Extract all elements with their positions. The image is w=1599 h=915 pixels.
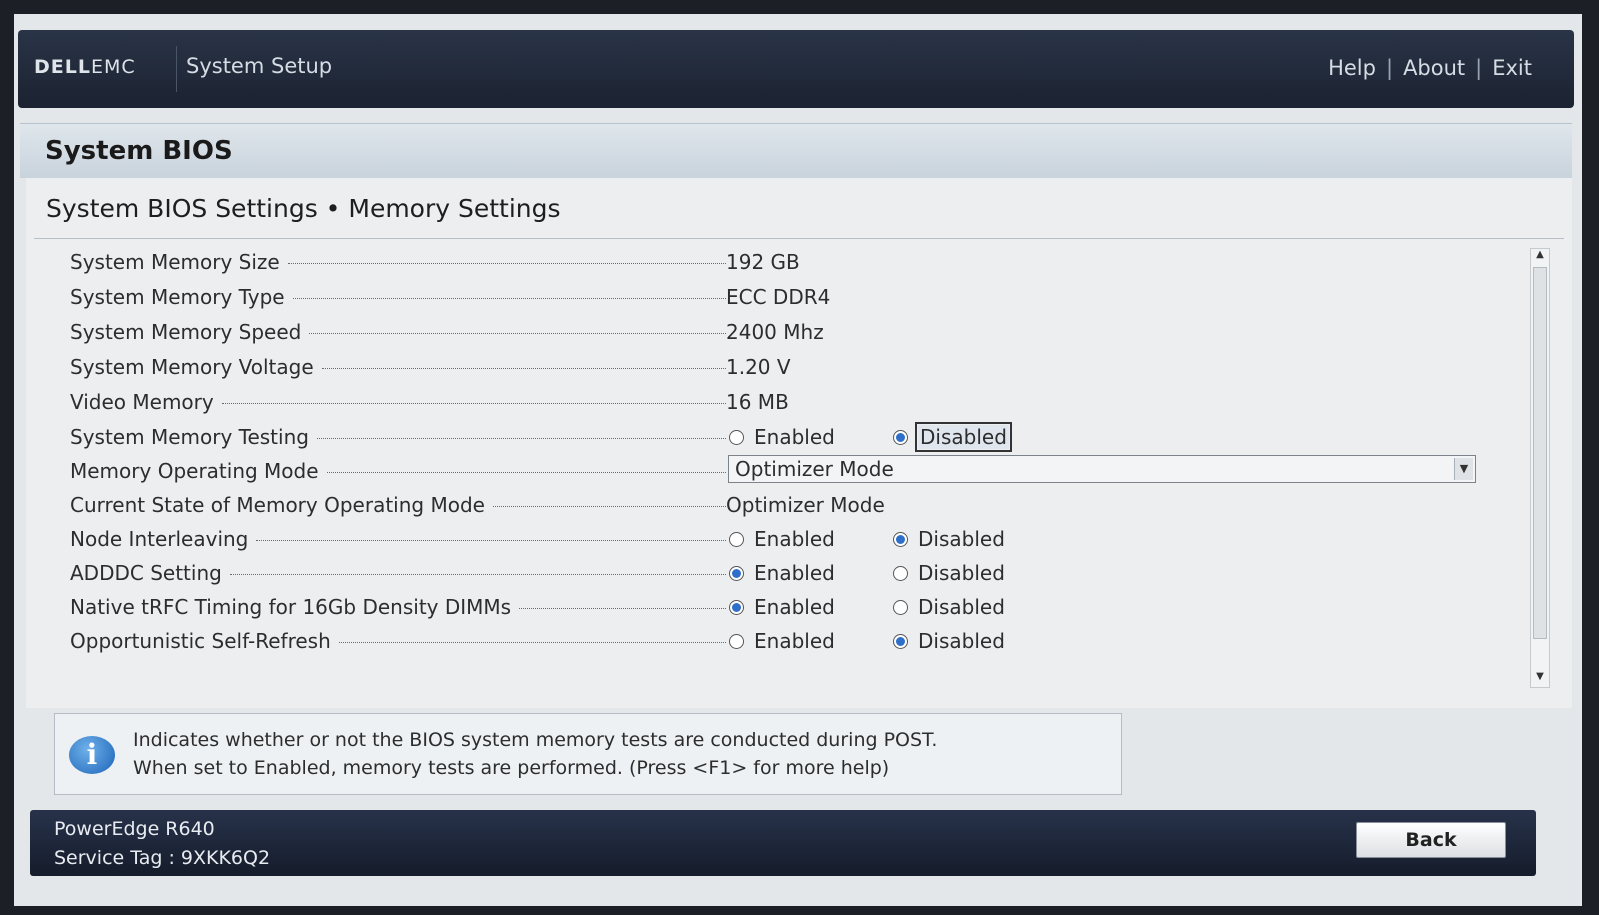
radio-button-selected-icon: [893, 531, 908, 547]
setting-value: 1.20 V: [726, 355, 791, 379]
setting-row-native-trfc: Native tRFC Timing for 16Gb Density DIMM…: [26, 589, 1536, 623]
adddc-enabled-radio[interactable]: Enabled: [726, 559, 838, 587]
setting-value: 192 GB: [726, 250, 800, 274]
setting-row: Video Memory 16 MB: [26, 384, 1536, 418]
radio-button-icon: [729, 531, 744, 547]
page-title: System BIOS: [45, 136, 233, 166]
setting-label: Video Memory: [70, 390, 726, 414]
setting-row-self-refresh: Opportunistic Self-Refresh Enabled Disab…: [26, 623, 1536, 657]
setting-row-node-interleaving: Node Interleaving Enabled Disabled: [26, 521, 1536, 555]
memory-testing-disabled-radio[interactable]: Disabled: [890, 422, 1012, 452]
native-trfc-disabled-radio[interactable]: Disabled: [890, 593, 1008, 621]
setting-label: System Memory Voltage: [70, 355, 726, 379]
self-refresh-disabled-radio[interactable]: Disabled: [890, 627, 1008, 655]
settings-list: System Memory Size 192 GB System Memory …: [26, 240, 1536, 700]
setting-row-adddc: ADDDC Setting Enabled Disabled: [26, 555, 1536, 589]
radio-button-selected-icon: [729, 599, 744, 615]
setting-row: System Memory Voltage 1.20 V: [26, 349, 1536, 383]
setting-row: System Memory Size 192 GB: [26, 244, 1536, 278]
setting-value: Optimizer Mode: [726, 493, 885, 517]
top-links: Help | About | Exit: [1328, 56, 1532, 80]
node-interleaving-enabled-radio[interactable]: Enabled: [726, 525, 838, 553]
setting-label: ADDDC Setting: [70, 561, 726, 585]
link-separator: |: [1385, 56, 1394, 80]
native-trfc-enabled-radio[interactable]: Enabled: [726, 593, 838, 621]
system-model: PowerEdge R640: [54, 818, 215, 840]
dell-emc-logo: DELLEMC: [34, 56, 136, 78]
info-icon: i: [69, 736, 115, 774]
radio-button-selected-icon: [893, 633, 908, 649]
node-interleaving-disabled-radio[interactable]: Disabled: [890, 525, 1008, 553]
top-bar: DELLEMC System Setup Help | About | Exit: [18, 30, 1574, 108]
help-link[interactable]: Help: [1328, 56, 1376, 80]
settings-panel: System BIOS Settings • Memory Settings S…: [26, 178, 1572, 708]
breadcrumb: System BIOS Settings • Memory Settings: [46, 194, 561, 223]
help-text-line: Indicates whether or not the BIOS system…: [133, 729, 938, 751]
logo-divider: [176, 46, 177, 92]
link-separator: |: [1475, 56, 1483, 80]
radio-button-icon: [893, 599, 908, 615]
help-text: Indicates whether or not the BIOS system…: [133, 726, 937, 782]
page-header: System BIOS: [20, 123, 1572, 178]
radio-button-selected-icon: [893, 429, 908, 445]
setting-label: Current State of Memory Operating Mode: [70, 493, 726, 517]
back-button[interactable]: Back: [1356, 822, 1506, 858]
setting-label: System Memory Speed: [70, 320, 726, 344]
setting-label: Native tRFC Timing for 16Gb Density DIMM…: [70, 595, 726, 619]
setting-value: 16 MB: [726, 390, 789, 414]
footer-bar: PowerEdge R640 Service Tag : 9XKK6Q2 Bac…: [30, 810, 1536, 876]
setting-label: Opportunistic Self-Refresh: [70, 629, 726, 653]
setting-row: Current State of Memory Operating Mode O…: [26, 487, 1536, 521]
setting-value: 2400 Mhz: [726, 320, 824, 344]
scroll-up-icon[interactable]: ▲: [1531, 249, 1549, 265]
memory-operating-mode-dropdown[interactable]: Optimizer Mode ▼: [728, 455, 1476, 483]
setting-label: Memory Operating Mode: [70, 459, 726, 483]
divider: [34, 238, 1564, 239]
setting-row: System Memory Speed 2400 Mhz: [26, 314, 1536, 348]
adddc-disabled-radio[interactable]: Disabled: [890, 559, 1008, 587]
memory-testing-enabled-radio[interactable]: Enabled: [726, 423, 838, 451]
setting-label: System Memory Type: [70, 285, 726, 309]
setting-value: ECC DDR4: [726, 285, 831, 309]
setting-row-memory-testing: System Memory Testing Enabled Disabled: [26, 419, 1536, 453]
service-tag: Service Tag : 9XKK6Q2: [54, 847, 271, 869]
about-link[interactable]: About: [1403, 56, 1465, 80]
vertical-scrollbar[interactable]: ▲ ▼: [1530, 248, 1550, 688]
scrollbar-thumb[interactable]: [1533, 267, 1547, 639]
radio-button-selected-icon: [729, 565, 744, 581]
radio-button-icon: [729, 633, 744, 649]
help-info-box: i Indicates whether or not the BIOS syst…: [54, 713, 1122, 795]
self-refresh-enabled-radio[interactable]: Enabled: [726, 627, 838, 655]
setting-label: Node Interleaving: [70, 527, 726, 551]
setting-row-memory-mode: Memory Operating Mode Optimizer Mode ▼: [26, 453, 1536, 487]
setting-row: System Memory Type ECC DDR4: [26, 279, 1536, 313]
app-title: System Setup: [186, 54, 333, 78]
chevron-down-icon[interactable]: ▼: [1454, 458, 1473, 480]
help-text-line: When set to Enabled, memory tests are pe…: [133, 757, 890, 779]
exit-link[interactable]: Exit: [1492, 56, 1532, 80]
setting-label: System Memory Size: [70, 250, 726, 274]
radio-button-icon: [729, 429, 744, 445]
scroll-down-icon[interactable]: ▼: [1531, 671, 1549, 687]
setting-label: System Memory Testing: [70, 425, 726, 449]
radio-button-icon: [893, 565, 908, 581]
